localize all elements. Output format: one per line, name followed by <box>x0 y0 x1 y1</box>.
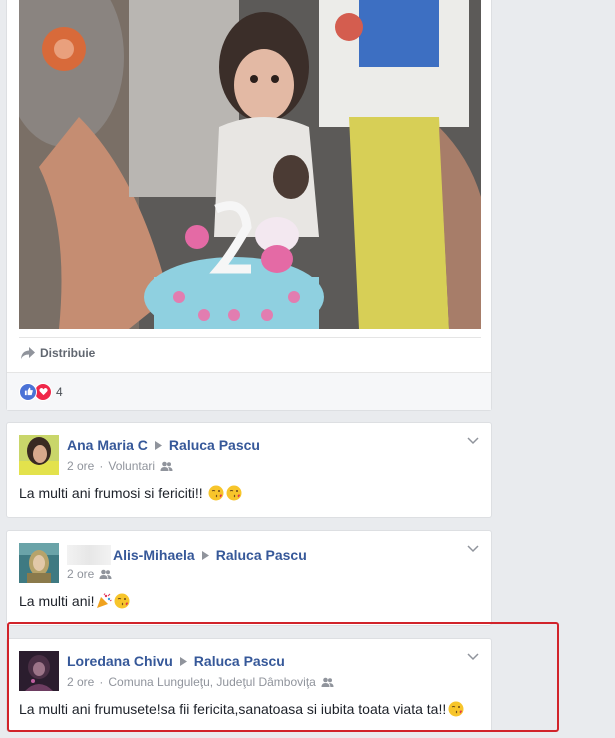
like-icon <box>19 382 37 401</box>
comment-post: Ana Maria C Raluca Pascu 2 ore · Volunta… <box>6 422 492 518</box>
friends-audience-icon[interactable] <box>160 461 173 472</box>
comment-header: Alis-Mihaela Raluca Pascu <box>67 545 307 565</box>
right-column <box>502 0 615 738</box>
author-name[interactable]: Alis-Mihaela <box>113 547 195 563</box>
arrow-right-icon <box>179 656 187 666</box>
chevron-down-icon[interactable] <box>467 545 479 553</box>
timestamp[interactable]: 2 ore <box>67 675 94 689</box>
comment-body: La multi ani! <box>19 593 130 609</box>
comment-text: La multi ani frumusete!sa fii fericita,s… <box>19 701 447 717</box>
comment-post: Alis-Mihaela Raluca Pascu 2 ore La multi… <box>6 530 492 626</box>
comment-text: La multi ani frumosi si fericiti!! <box>19 485 203 501</box>
timestamp[interactable]: 2 ore <box>67 459 94 473</box>
author-name[interactable]: Ana Maria C <box>67 437 148 453</box>
post-meta: 2 ore <box>67 567 112 581</box>
comment-post: Loredana Chivu Raluca Pascu 2 ore · Comu… <box>6 638 492 732</box>
author-name[interactable]: Loredana Chivu <box>67 653 173 669</box>
kiss-emoji-icon <box>208 485 224 501</box>
target-name[interactable]: Raluca Pascu <box>194 653 285 669</box>
comment-header: Loredana Chivu Raluca Pascu <box>67 653 285 669</box>
reaction-count[interactable]: 4 <box>56 385 63 399</box>
friends-audience-icon[interactable] <box>321 677 334 688</box>
post-meta: 2 ore · Comuna Lunguleţu, Judeţul Dâmbov… <box>67 675 334 689</box>
comment-text: La multi ani! <box>19 593 95 609</box>
timestamp[interactable]: 2 ore <box>67 567 94 581</box>
location[interactable]: Comuna Lunguleţu, Judeţul Dâmboviţa <box>108 675 315 689</box>
post-meta: 2 ore · Voluntari <box>67 459 173 473</box>
avatar[interactable] <box>19 543 59 583</box>
avatar[interactable] <box>19 651 59 691</box>
kiss-emoji-icon <box>226 485 242 501</box>
avatar[interactable] <box>19 435 59 475</box>
photo-post: Distribuie 4 <box>6 0 492 411</box>
blurred-name-segment <box>67 545 111 565</box>
share-arrow-icon <box>21 347 35 359</box>
post-photo[interactable] <box>19 0 481 329</box>
target-name[interactable]: Raluca Pascu <box>216 547 307 563</box>
kiss-emoji-icon <box>448 701 464 717</box>
kiss-emoji-icon <box>114 593 130 609</box>
location[interactable]: Voluntari <box>108 459 155 473</box>
reactions-bar[interactable]: 4 <box>7 372 491 410</box>
friends-audience-icon[interactable] <box>99 569 112 580</box>
chevron-down-icon[interactable] <box>467 437 479 445</box>
party-popper-emoji-icon <box>97 593 113 608</box>
comment-body: La multi ani frumusete!sa fii fericita,s… <box>19 701 464 717</box>
comment-header: Ana Maria C Raluca Pascu <box>67 437 260 453</box>
target-name[interactable]: Raluca Pascu <box>169 437 260 453</box>
comment-body: La multi ani frumosi si fericiti!! <box>19 485 242 501</box>
share-action[interactable]: Distribuie <box>19 337 481 368</box>
chevron-down-icon[interactable] <box>467 653 479 661</box>
arrow-right-icon <box>154 440 162 450</box>
arrow-right-icon <box>201 550 209 560</box>
share-label: Distribuie <box>40 346 96 360</box>
